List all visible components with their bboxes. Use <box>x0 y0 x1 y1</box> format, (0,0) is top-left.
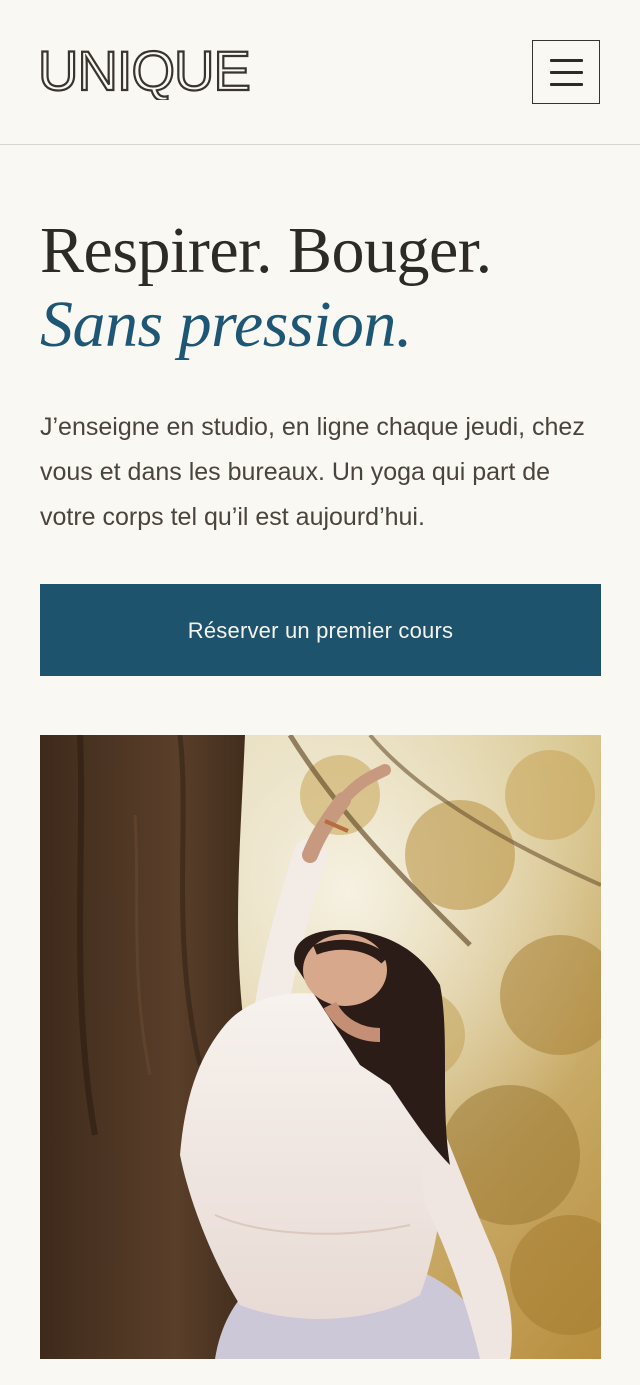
hero-title-line-1: Respirer. Bouger. <box>40 214 492 287</box>
logo-wordmark: UNIQUE <box>38 38 250 100</box>
hamburger-menu-button[interactable] <box>532 40 600 104</box>
yoga-photo-illustration <box>40 735 601 1359</box>
book-first-class-button[interactable]: Réserver un premier cours <box>40 584 601 676</box>
hero-title-line-2: Sans pression. <box>40 288 412 361</box>
hero-intro-text: J’enseigne en studio, en ligne chaque je… <box>40 413 585 531</box>
hamburger-menu-icon-bar <box>550 71 583 74</box>
site-header: UNIQUE <box>0 0 640 145</box>
hero-title: Respirer. Bouger. Sans pression. <box>40 214 492 362</box>
hamburger-menu-icon-bar <box>550 83 583 86</box>
svg-text:UNIQUE: UNIQUE <box>38 39 250 100</box>
hamburger-menu-icon <box>550 59 583 62</box>
brand-logo[interactable]: UNIQUE <box>38 36 250 100</box>
hero-photo-yoga-woman <box>40 735 601 1359</box>
